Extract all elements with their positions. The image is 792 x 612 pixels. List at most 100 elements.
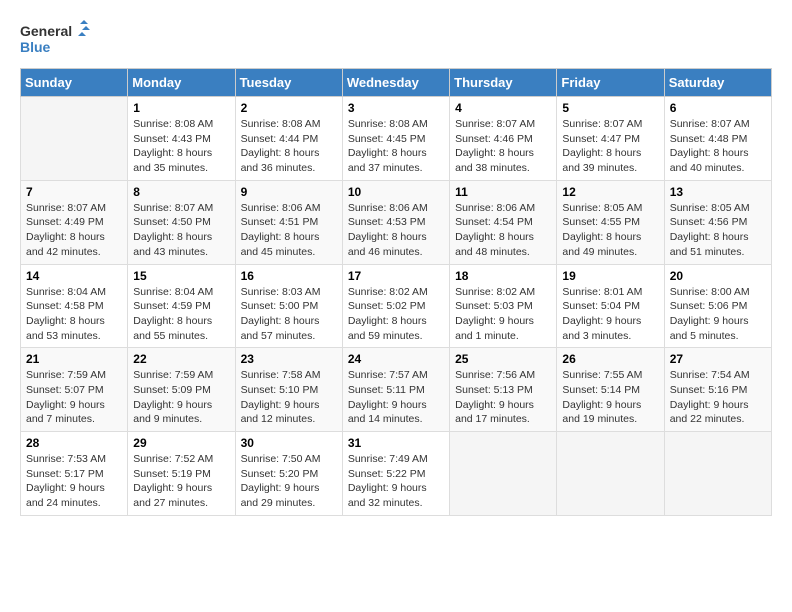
calendar-cell: 13Sunrise: 8:05 AM Sunset: 4:56 PM Dayli… (664, 180, 771, 264)
day-info: Sunrise: 7:50 AM Sunset: 5:20 PM Dayligh… (241, 452, 337, 511)
calendar-cell: 24Sunrise: 7:57 AM Sunset: 5:11 PM Dayli… (342, 348, 449, 432)
day-info: Sunrise: 8:05 AM Sunset: 4:55 PM Dayligh… (562, 201, 658, 260)
weekday-header-monday: Monday (128, 69, 235, 97)
day-info: Sunrise: 8:07 AM Sunset: 4:48 PM Dayligh… (670, 117, 766, 176)
day-number: 6 (670, 101, 766, 115)
calendar-cell: 30Sunrise: 7:50 AM Sunset: 5:20 PM Dayli… (235, 432, 342, 516)
day-info: Sunrise: 8:03 AM Sunset: 5:00 PM Dayligh… (241, 285, 337, 344)
day-info: Sunrise: 8:08 AM Sunset: 4:45 PM Dayligh… (348, 117, 444, 176)
weekday-header-saturday: Saturday (664, 69, 771, 97)
week-row-2: 7 Sunrise: 8:07 AM Sunset: 4:49 PM Daylig… (21, 180, 772, 264)
day-number: 10 (348, 185, 444, 199)
svg-text:Blue: Blue (20, 39, 51, 55)
calendar-cell: 22 Sunrise: 7:59 AM Sunset: 5:09 PM Dayli… (128, 348, 235, 432)
day-info: Sunrise: 7:59 AM Sunset: 5:09 PM Dayligh… (133, 368, 229, 427)
day-number: 17 (348, 269, 444, 283)
svg-text:General: General (20, 23, 72, 39)
calendar-cell: 23 Sunrise: 7:58 AM Sunset: 5:10 PM Dayli… (235, 348, 342, 432)
day-info: Sunrise: 8:02 AM Sunset: 5:02 PM Dayligh… (348, 285, 444, 344)
weekday-header-wednesday: Wednesday (342, 69, 449, 97)
calendar-cell: 20Sunrise: 8:00 AM Sunset: 5:06 PM Dayli… (664, 264, 771, 348)
calendar-cell: 28 Sunrise: 7:53 AM Sunset: 5:17 PM Dayli… (21, 432, 128, 516)
calendar-cell: 29Sunrise: 7:52 AM Sunset: 5:19 PM Dayli… (128, 432, 235, 516)
calendar-cell (557, 432, 664, 516)
day-info: Sunrise: 8:06 AM Sunset: 4:51 PM Dayligh… (241, 201, 337, 260)
logo-svg: General Blue (20, 20, 90, 60)
day-info: Sunrise: 8:06 AM Sunset: 4:54 PM Dayligh… (455, 201, 551, 260)
day-info: Sunrise: 7:49 AM Sunset: 5:22 PM Dayligh… (348, 452, 444, 511)
calendar-cell: 2 Sunrise: 8:08 AM Sunset: 4:44 PM Daylig… (235, 97, 342, 181)
day-number: 1 (133, 101, 229, 115)
day-number: 13 (670, 185, 766, 199)
week-row-4: 21 Sunrise: 7:59 AM Sunset: 5:07 PM Dayli… (21, 348, 772, 432)
weekday-header-friday: Friday (557, 69, 664, 97)
calendar-cell: 11 Sunrise: 8:06 AM Sunset: 4:54 PM Dayli… (450, 180, 557, 264)
day-info: Sunrise: 8:07 AM Sunset: 4:50 PM Dayligh… (133, 201, 229, 260)
calendar-cell: 1 Sunrise: 8:08 AM Sunset: 4:43 PM Daylig… (128, 97, 235, 181)
calendar-cell: 12 Sunrise: 8:05 AM Sunset: 4:55 PM Dayli… (557, 180, 664, 264)
day-number: 16 (241, 269, 337, 283)
day-number: 2 (241, 101, 337, 115)
day-number: 18 (455, 269, 551, 283)
logo: General Blue (20, 20, 90, 60)
day-info: Sunrise: 7:58 AM Sunset: 5:10 PM Dayligh… (241, 368, 337, 427)
week-row-5: 28 Sunrise: 7:53 AM Sunset: 5:17 PM Dayli… (21, 432, 772, 516)
calendar-cell: 16 Sunrise: 8:03 AM Sunset: 5:00 PM Dayli… (235, 264, 342, 348)
day-number: 21 (26, 352, 122, 366)
day-info: Sunrise: 8:00 AM Sunset: 5:06 PM Dayligh… (670, 285, 766, 344)
calendar-cell: 10 Sunrise: 8:06 AM Sunset: 4:53 PM Dayli… (342, 180, 449, 264)
day-info: Sunrise: 8:08 AM Sunset: 4:44 PM Dayligh… (241, 117, 337, 176)
day-info: Sunrise: 7:54 AM Sunset: 5:16 PM Dayligh… (670, 368, 766, 427)
calendar-cell: 31 Sunrise: 7:49 AM Sunset: 5:22 PM Dayli… (342, 432, 449, 516)
day-info: Sunrise: 8:07 AM Sunset: 4:49 PM Dayligh… (26, 201, 122, 260)
day-info: Sunrise: 8:07 AM Sunset: 4:46 PM Dayligh… (455, 117, 551, 176)
day-info: Sunrise: 7:52 AM Sunset: 5:19 PM Dayligh… (133, 452, 229, 511)
weekday-header-tuesday: Tuesday (235, 69, 342, 97)
calendar-cell (21, 97, 128, 181)
day-number: 8 (133, 185, 229, 199)
day-info: Sunrise: 8:01 AM Sunset: 5:04 PM Dayligh… (562, 285, 658, 344)
day-number: 3 (348, 101, 444, 115)
calendar-cell: 26 Sunrise: 7:55 AM Sunset: 5:14 PM Dayli… (557, 348, 664, 432)
calendar-cell: 27 Sunrise: 7:54 AM Sunset: 5:16 PM Dayli… (664, 348, 771, 432)
calendar-cell: 17 Sunrise: 8:02 AM Sunset: 5:02 PM Dayli… (342, 264, 449, 348)
day-number: 27 (670, 352, 766, 366)
day-number: 31 (348, 436, 444, 450)
calendar-cell: 9 Sunrise: 8:06 AM Sunset: 4:51 PM Daylig… (235, 180, 342, 264)
day-number: 26 (562, 352, 658, 366)
day-info: Sunrise: 7:55 AM Sunset: 5:14 PM Dayligh… (562, 368, 658, 427)
calendar: SundayMondayTuesdayWednesdayThursdayFrid… (20, 68, 772, 516)
day-number: 5 (562, 101, 658, 115)
day-number: 25 (455, 352, 551, 366)
day-number: 22 (133, 352, 229, 366)
day-info: Sunrise: 7:57 AM Sunset: 5:11 PM Dayligh… (348, 368, 444, 427)
calendar-cell: 18Sunrise: 8:02 AM Sunset: 5:03 PM Dayli… (450, 264, 557, 348)
day-number: 23 (241, 352, 337, 366)
day-info: Sunrise: 8:07 AM Sunset: 4:47 PM Dayligh… (562, 117, 658, 176)
weekday-header-row: SundayMondayTuesdayWednesdayThursdayFrid… (21, 69, 772, 97)
day-number: 4 (455, 101, 551, 115)
day-number: 12 (562, 185, 658, 199)
calendar-cell: 25Sunrise: 7:56 AM Sunset: 5:13 PM Dayli… (450, 348, 557, 432)
day-number: 7 (26, 185, 122, 199)
weekday-header-sunday: Sunday (21, 69, 128, 97)
calendar-cell: 5 Sunrise: 8:07 AM Sunset: 4:47 PM Daylig… (557, 97, 664, 181)
calendar-cell (664, 432, 771, 516)
week-row-3: 14Sunrise: 8:04 AM Sunset: 4:58 PM Dayli… (21, 264, 772, 348)
calendar-cell: 6 Sunrise: 8:07 AM Sunset: 4:48 PM Daylig… (664, 97, 771, 181)
calendar-cell: 21 Sunrise: 7:59 AM Sunset: 5:07 PM Dayli… (21, 348, 128, 432)
week-row-1: 1 Sunrise: 8:08 AM Sunset: 4:43 PM Daylig… (21, 97, 772, 181)
calendar-cell: 7 Sunrise: 8:07 AM Sunset: 4:49 PM Daylig… (21, 180, 128, 264)
day-number: 11 (455, 185, 551, 199)
calendar-cell (450, 432, 557, 516)
day-number: 9 (241, 185, 337, 199)
weekday-header-thursday: Thursday (450, 69, 557, 97)
calendar-cell: 14Sunrise: 8:04 AM Sunset: 4:58 PM Dayli… (21, 264, 128, 348)
day-info: Sunrise: 8:08 AM Sunset: 4:43 PM Dayligh… (133, 117, 229, 176)
day-info: Sunrise: 8:06 AM Sunset: 4:53 PM Dayligh… (348, 201, 444, 260)
day-number: 28 (26, 436, 122, 450)
day-info: Sunrise: 7:53 AM Sunset: 5:17 PM Dayligh… (26, 452, 122, 511)
day-number: 19 (562, 269, 658, 283)
day-info: Sunrise: 8:04 AM Sunset: 4:59 PM Dayligh… (133, 285, 229, 344)
day-info: Sunrise: 7:59 AM Sunset: 5:07 PM Dayligh… (26, 368, 122, 427)
